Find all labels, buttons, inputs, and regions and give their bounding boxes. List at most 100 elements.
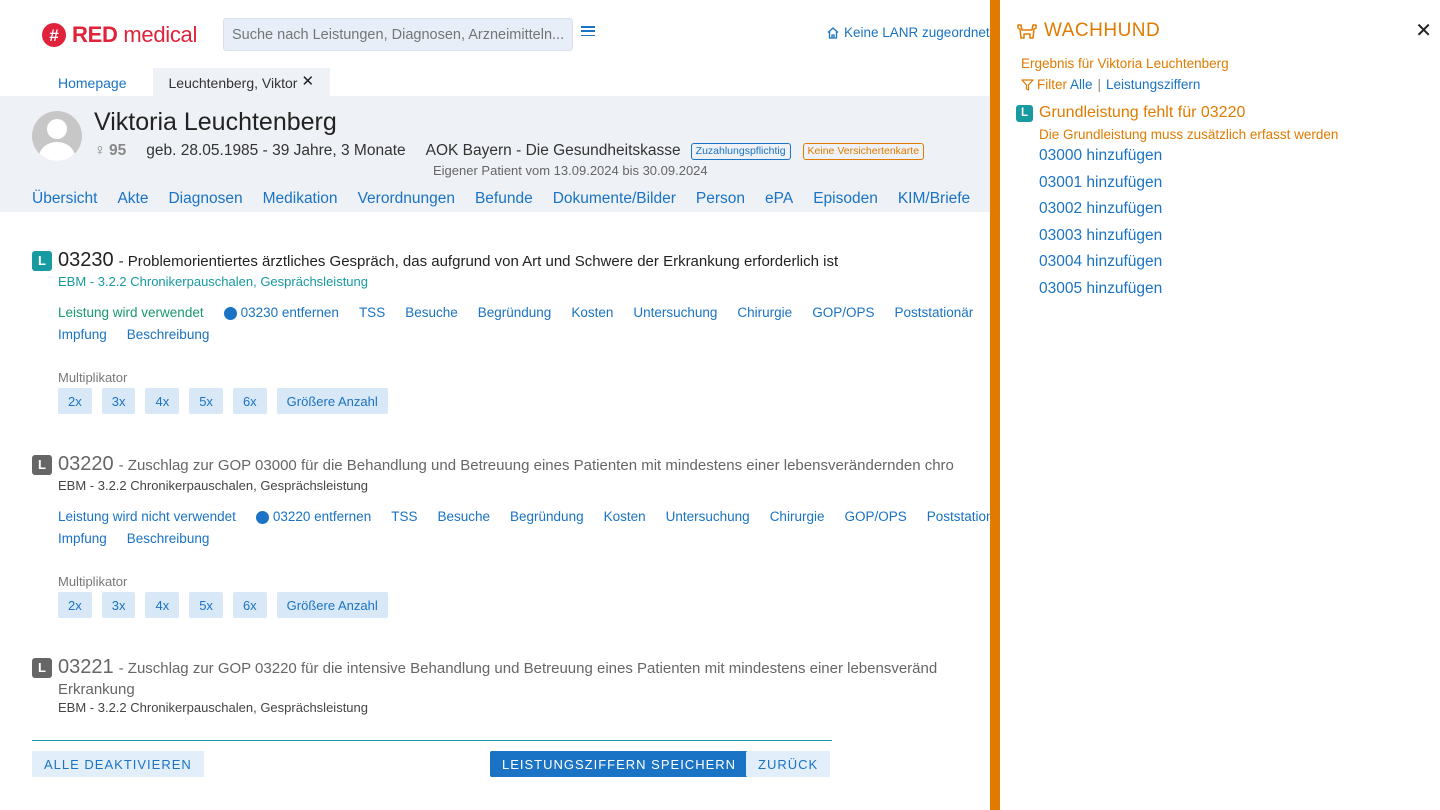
finding-type-badge: L bbox=[1016, 104, 1033, 122]
link-impfung[interactable]: Impfung bbox=[58, 327, 107, 342]
add-03003-link[interactable]: 03003 hinzufügen bbox=[1039, 227, 1162, 245]
multiplier-5x-button[interactable]: 5x bbox=[189, 592, 223, 618]
top-bar: # RED medical Keine LANR zugeordnet bbox=[0, 0, 990, 68]
link-chirurgie[interactable]: Chirurgie bbox=[737, 305, 792, 321]
link-gop-ops[interactable]: GOP/OPS bbox=[844, 509, 906, 525]
add-03000-link[interactable]: 03000 hinzufügen bbox=[1039, 147, 1162, 165]
logo-text: RED medical bbox=[72, 22, 198, 47]
link-impfung[interactable]: Impfung bbox=[58, 531, 107, 546]
multiplier-4x-button[interactable]: 4x bbox=[145, 592, 180, 618]
link-tss[interactable]: TSS bbox=[359, 305, 385, 321]
service-item: L 03221 - Zuschlag zur GOP 03220 für die… bbox=[32, 656, 990, 715]
watchdog-result-text: Ergebnis für Viktoria Leuchtenberg bbox=[1021, 56, 1229, 71]
close-icon[interactable]: ✕ bbox=[1415, 18, 1432, 43]
finding-actions: 03000 hinzufügen 03001 hinzufügen 03002 … bbox=[1039, 147, 1162, 298]
watchdog-title: WACHHUND bbox=[1016, 20, 1160, 42]
multiplier-buttons: 2x 3x 4x 5x 6x Größere Anzahl bbox=[58, 592, 990, 618]
footer-divider bbox=[32, 740, 832, 741]
link-beschreibung[interactable]: Beschreibung bbox=[127, 531, 210, 546]
no-card-badge: Keine Versichertenkarte bbox=[802, 142, 925, 160]
link-untersuchung[interactable]: Untersuchung bbox=[633, 305, 717, 321]
link-chirurgie[interactable]: Chirurgie bbox=[770, 509, 825, 525]
nav-uebersicht[interactable]: Übersicht bbox=[32, 190, 97, 208]
patient-insurance: AOK Bayern - Die Gesundheitskasse bbox=[425, 142, 681, 159]
help-icon: ? bbox=[223, 307, 237, 320]
remove-service-link[interactable]: ? 03230 entfernen bbox=[223, 305, 339, 321]
multiplier-more-button[interactable]: Größere Anzahl bbox=[276, 388, 388, 414]
filter-label: Filter bbox=[1037, 77, 1067, 92]
filter-all-link[interactable]: Alle bbox=[1070, 77, 1093, 92]
logo[interactable]: # RED medical bbox=[42, 22, 197, 48]
link-begruendung[interactable]: Begründung bbox=[478, 305, 552, 321]
save-codes-button[interactable]: LEISTUNGSZIFFERN SPEICHERN bbox=[490, 751, 749, 777]
deactivate-all-button[interactable]: ALLE DEAKTIVIEREN bbox=[32, 751, 204, 777]
link-kosten[interactable]: Kosten bbox=[604, 509, 646, 525]
watchdog-panel: WACHHUND ✕ Ergebnis für Viktoria Leuchte… bbox=[1000, 0, 1440, 810]
link-poststationaer[interactable]: Poststation bbox=[927, 509, 990, 525]
filter-codes-link[interactable]: Leistungsziffern bbox=[1106, 77, 1200, 92]
service-type-badge: L bbox=[32, 250, 52, 271]
nav-person[interactable]: Person bbox=[696, 190, 745, 208]
patient-birth: geb. 28.05.1985 - 39 Jahre, 3 Monate bbox=[146, 142, 406, 159]
multiplier-label: Multiplikator bbox=[58, 370, 128, 385]
multiplier-2x-button[interactable]: 2x bbox=[58, 592, 92, 618]
service-actions: Leistung wird verwendet ? 03230 entfernen… bbox=[58, 305, 990, 342]
multiplier-3x-button[interactable]: 3x bbox=[101, 592, 136, 618]
service-code: 03221 bbox=[58, 656, 114, 678]
link-beschreibung[interactable]: Beschreibung bbox=[127, 327, 210, 342]
back-button[interactable]: ZURÜCK bbox=[746, 751, 831, 777]
watchdog-finding: L Grundleistung fehlt für 03220 bbox=[1016, 104, 1245, 122]
patient-own-period: Eigener Patient vom 13.09.2024 bis 30.09… bbox=[433, 163, 708, 178]
multiplier-3x-button[interactable]: 3x bbox=[101, 388, 136, 414]
panel-resize-handle[interactable] bbox=[990, 0, 1000, 810]
multiplier-6x-button[interactable]: 6x bbox=[232, 592, 267, 618]
link-kosten[interactable]: Kosten bbox=[571, 305, 613, 321]
patient-header: Viktoria Leuchtenberg ♀ 95 geb. 28.05.19… bbox=[0, 96, 990, 212]
nav-epa[interactable]: ePA bbox=[765, 190, 793, 208]
service-category: EBM - 3.2.2 Chronikerpauschalen, Gespräc… bbox=[58, 478, 368, 493]
add-03005-link[interactable]: 03005 hinzufügen bbox=[1039, 280, 1162, 298]
nav-medikation[interactable]: Medikation bbox=[263, 190, 338, 208]
link-tss[interactable]: TSS bbox=[391, 509, 417, 525]
service-code: 03230 bbox=[58, 249, 114, 271]
remove-service-link[interactable]: ? 03220 entfernen bbox=[255, 509, 371, 525]
link-besuche[interactable]: Besuche bbox=[405, 305, 458, 321]
service-code: 03220 bbox=[58, 453, 114, 475]
nav-kim-briefe[interactable]: KIM/Briefe bbox=[898, 190, 970, 208]
service-state-toggle[interactable]: Leistung wird nicht verwendet bbox=[58, 509, 236, 525]
nav-verordnungen[interactable]: Verordnungen bbox=[358, 190, 455, 208]
nav-dokumente[interactable]: Dokumente/Bilder bbox=[553, 190, 676, 208]
add-03002-link[interactable]: 03002 hinzufügen bbox=[1039, 200, 1162, 218]
help-icon: ? bbox=[255, 511, 269, 524]
service-state-toggle[interactable]: Leistung wird verwendet bbox=[58, 305, 204, 321]
link-besuche[interactable]: Besuche bbox=[437, 509, 490, 525]
search-input[interactable] bbox=[223, 18, 573, 51]
link-poststationaer[interactable]: Poststationär bbox=[894, 305, 973, 321]
tab-patient[interactable]: Leuchtenberg, Viktor ✕ bbox=[152, 68, 331, 96]
multiplier-more-button[interactable]: Größere Anzahl bbox=[276, 592, 388, 618]
multiplier-5x-button[interactable]: 5x bbox=[189, 388, 223, 414]
nav-diagnosen[interactable]: Diagnosen bbox=[168, 190, 242, 208]
tab-homepage[interactable]: Homepage bbox=[42, 68, 143, 96]
nav-akte[interactable]: Akte bbox=[117, 190, 148, 208]
tab-close-icon[interactable]: ✕ bbox=[301, 74, 314, 89]
add-03001-link[interactable]: 03001 hinzufügen bbox=[1039, 174, 1162, 192]
patient-meta: ♀ 95 geb. 28.05.1985 - 39 Jahre, 3 Monat… bbox=[94, 142, 936, 160]
avatar bbox=[32, 111, 82, 161]
hamburger-menu-icon[interactable] bbox=[581, 24, 595, 38]
tab-patient-label: Leuchtenberg, Viktor bbox=[168, 75, 298, 91]
finding-title: Grundleistung fehlt für 03220 bbox=[1039, 104, 1246, 121]
multiplier-6x-button[interactable]: 6x bbox=[232, 388, 267, 414]
gender-female-icon: ♀ bbox=[94, 142, 106, 159]
lanr-link[interactable]: Keine LANR zugeordnet bbox=[826, 25, 990, 40]
multiplier-4x-button[interactable]: 4x bbox=[145, 388, 180, 414]
nav-episoden[interactable]: Episoden bbox=[813, 190, 878, 208]
nav-befunde[interactable]: Befunde bbox=[475, 190, 533, 208]
multiplier-2x-button[interactable]: 2x bbox=[58, 388, 92, 414]
finding-description: Die Grundleistung muss zusätzlich erfass… bbox=[1039, 127, 1339, 142]
add-03004-link[interactable]: 03004 hinzufügen bbox=[1039, 253, 1162, 271]
link-untersuchung[interactable]: Untersuchung bbox=[666, 509, 750, 525]
link-begruendung[interactable]: Begründung bbox=[510, 509, 584, 525]
link-gop-ops[interactable]: GOP/OPS bbox=[812, 305, 874, 321]
patient-age: ♀ 95 bbox=[94, 142, 127, 159]
